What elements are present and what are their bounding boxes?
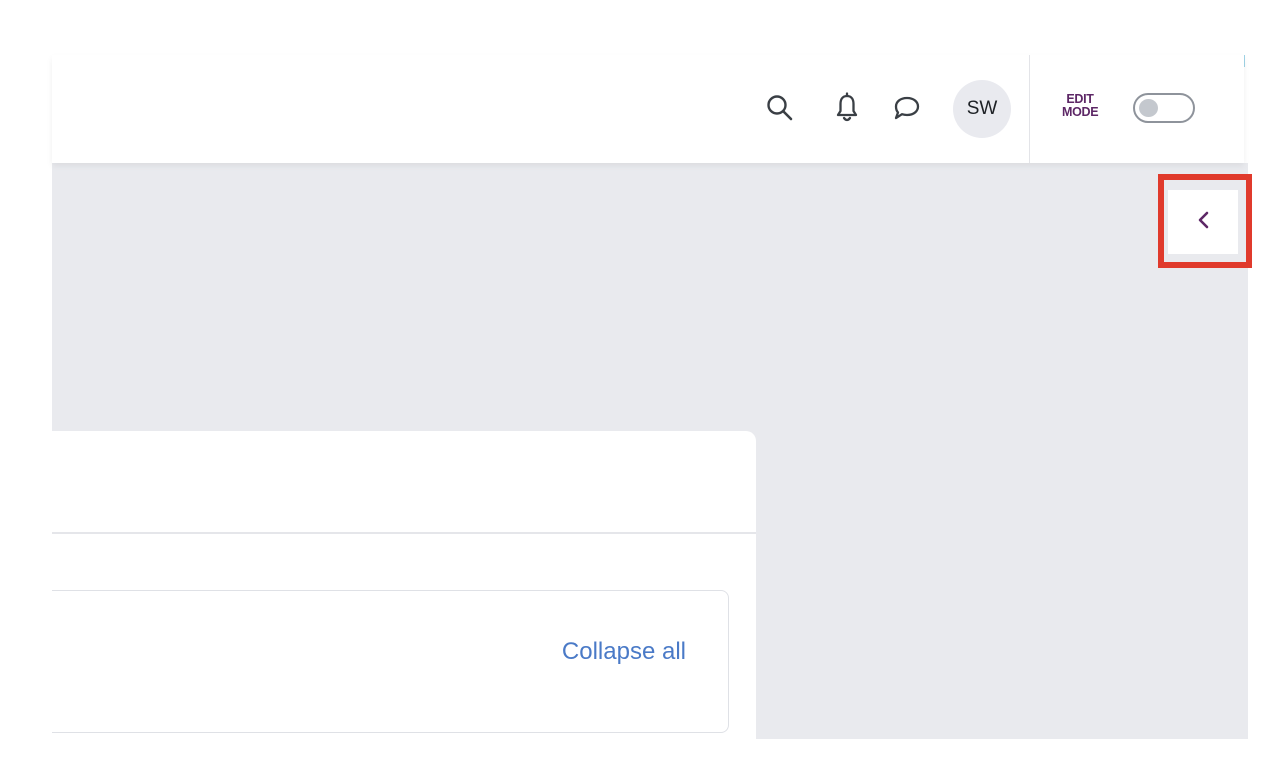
toggle-knob bbox=[1139, 99, 1158, 117]
notifications-button[interactable] bbox=[829, 90, 865, 126]
content-card: Collapse all bbox=[52, 431, 756, 739]
header-divider bbox=[1029, 55, 1030, 163]
chevron-left-icon bbox=[1193, 208, 1213, 237]
avatar-initials: SW bbox=[966, 98, 998, 119]
edit-mode-toggle[interactable] bbox=[1133, 93, 1195, 123]
user-avatar[interactable]: SW bbox=[953, 80, 1011, 138]
course-index-panel: Collapse all bbox=[52, 590, 729, 733]
search-icon bbox=[765, 93, 795, 123]
edit-mode-label: EDIT MODE bbox=[1062, 93, 1099, 119]
top-navbar: SW EDIT MODE bbox=[52, 55, 1244, 163]
search-button[interactable] bbox=[762, 90, 798, 126]
chat-bubble-icon bbox=[891, 93, 923, 123]
bell-icon bbox=[832, 92, 862, 124]
collapse-all-link[interactable]: Collapse all bbox=[562, 638, 686, 666]
app-window: SW EDIT MODE Collapse all bbox=[0, 0, 1286, 782]
edit-mode-label-line2: MODE bbox=[1062, 105, 1099, 119]
card-divider bbox=[52, 532, 756, 534]
messages-button[interactable] bbox=[889, 90, 925, 126]
open-drawer-button[interactable] bbox=[1168, 190, 1238, 254]
